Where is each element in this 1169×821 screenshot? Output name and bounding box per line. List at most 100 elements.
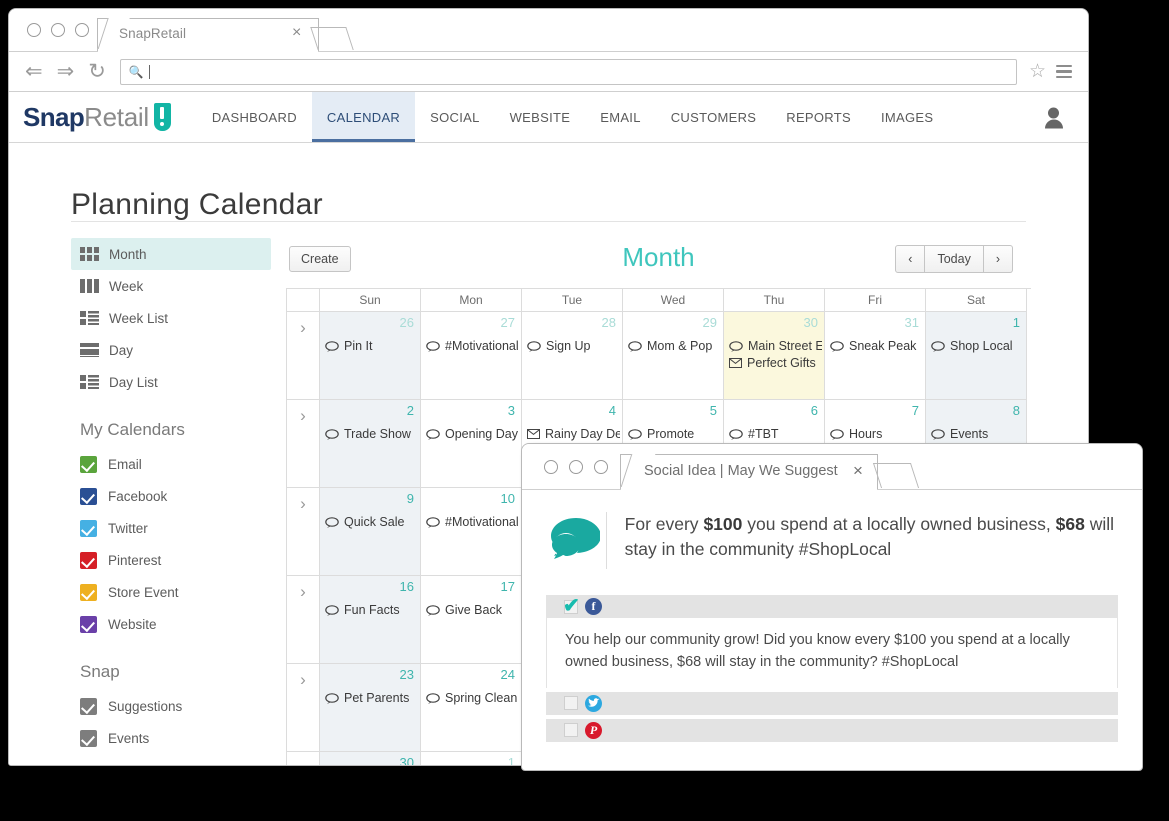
- checkbox-checked-icon[interactable]: [80, 583, 97, 601]
- calendar-day-cell[interactable]: 27 #Motivational: [421, 312, 522, 400]
- calendar-day-cell[interactable]: 10 #Motivational: [421, 488, 522, 576]
- calendar-event[interactable]: Spring Clean: [426, 691, 519, 705]
- checkbox-checked-icon[interactable]: [80, 487, 97, 505]
- calendar-day-cell[interactable]: 9 Quick Sale: [320, 488, 421, 576]
- sidebar-view-day[interactable]: Day: [71, 334, 271, 366]
- calendar-toggle-pinterest[interactable]: Pinterest: [71, 544, 271, 576]
- nav-item-calendar[interactable]: CALENDAR: [311, 92, 416, 142]
- window-close-button[interactable]: [27, 23, 41, 37]
- sidebar-view-week[interactable]: Week: [71, 270, 271, 302]
- checkbox-checked-icon[interactable]: [80, 615, 97, 633]
- calendar-day-cell[interactable]: 3 Opening Day: [421, 400, 522, 488]
- calendar-day-cell[interactable]: 16 Fun Facts: [320, 576, 421, 664]
- nav-item-dashboard[interactable]: DASHBOARD: [197, 92, 312, 142]
- expand-week-chevron-icon[interactable]: ›: [287, 488, 320, 576]
- calendar-day-cell[interactable]: 28 Sign Up: [522, 312, 623, 400]
- network-row-facebook[interactable]: ✔ f: [546, 595, 1118, 618]
- network-row-twitter[interactable]: [546, 691, 1118, 715]
- calendar-toggle-events[interactable]: Events: [71, 722, 271, 754]
- checkbox-checked-icon[interactable]: [80, 455, 97, 473]
- calendar-toggle-email[interactable]: Email: [71, 448, 271, 480]
- calendar-event[interactable]: Mom & Pop: [628, 339, 721, 353]
- checkbox-checked-icon[interactable]: [80, 519, 97, 537]
- nav-item-website[interactable]: WEBSITE: [495, 92, 586, 142]
- popup-window-controls[interactable]: [544, 460, 608, 474]
- expand-week-chevron-icon[interactable]: ›: [287, 752, 320, 765]
- address-bar[interactable]: 🔍: [119, 58, 1017, 85]
- calendar-event[interactable]: #Motivational: [426, 339, 519, 353]
- network-row-pinterest[interactable]: P: [546, 718, 1118, 742]
- calendar-day-cell[interactable]: 29 Mom & Pop: [623, 312, 724, 400]
- window-controls[interactable]: [27, 23, 89, 37]
- calendar-event[interactable]: #Motivational: [426, 515, 519, 529]
- window-maximize-button[interactable]: [75, 23, 89, 37]
- close-icon[interactable]: ×: [292, 25, 301, 41]
- calendar-event[interactable]: #TBT: [729, 427, 822, 441]
- star-icon[interactable]: ☆: [1029, 62, 1046, 81]
- calendar-day-cell[interactable]: 1Student Disco: [421, 752, 522, 765]
- window-minimize-button[interactable]: [51, 23, 65, 37]
- calendar-day-cell[interactable]: 30 Main Street Ev Perfect Gifts: [724, 312, 825, 400]
- previous-period-button[interactable]: ‹: [895, 245, 926, 273]
- checkbox-checked-icon[interactable]: [80, 697, 97, 715]
- calendar-event[interactable]: Pin It: [325, 339, 418, 353]
- popup-maximize-button[interactable]: [594, 460, 608, 474]
- today-button[interactable]: Today: [925, 245, 984, 273]
- popup-minimize-button[interactable]: [569, 460, 583, 474]
- hamburger-menu-icon[interactable]: [1056, 62, 1072, 82]
- next-period-button[interactable]: ›: [983, 245, 1013, 273]
- calendar-event[interactable]: Hours: [830, 427, 923, 441]
- calendar-event[interactable]: Quick Sale: [325, 515, 418, 529]
- nav-item-social[interactable]: SOCIAL: [415, 92, 494, 142]
- new-tab-button[interactable]: [310, 27, 354, 50]
- popup-new-tab-button[interactable]: [872, 463, 920, 488]
- calendar-event[interactable]: Events: [931, 427, 1024, 441]
- sidebar-view-month[interactable]: Month: [71, 238, 271, 270]
- calendar-event[interactable]: Shop Local: [931, 339, 1024, 353]
- pinterest-icon[interactable]: P: [585, 721, 602, 739]
- calendar-event[interactable]: Trade Show: [325, 427, 418, 441]
- checkbox-checked-icon[interactable]: [80, 551, 97, 569]
- forward-arrow-icon[interactable]: ⇒: [57, 61, 75, 82]
- expand-week-chevron-icon[interactable]: ›: [287, 312, 320, 400]
- network-checkbox-pinterest[interactable]: [564, 723, 578, 737]
- sidebar-view-day-list[interactable]: Day List: [71, 366, 271, 398]
- user-account-icon[interactable]: [1045, 107, 1063, 129]
- calendar-day-cell[interactable]: 17 Give Back: [421, 576, 522, 664]
- calendar-event[interactable]: Sneak Peak: [830, 339, 923, 353]
- calendar-day-cell[interactable]: 23 Pet Parents: [320, 664, 421, 752]
- snapretail-logo[interactable]: Snap Retail: [9, 92, 181, 142]
- expand-week-chevron-icon[interactable]: ›: [287, 576, 320, 664]
- calendar-event[interactable]: Give Back: [426, 603, 519, 617]
- facebook-icon[interactable]: f: [585, 598, 602, 615]
- checkbox-checked-icon[interactable]: [80, 729, 97, 747]
- calendar-day-cell[interactable]: 2 Trade Show: [320, 400, 421, 488]
- expand-week-chevron-icon[interactable]: ›: [287, 400, 320, 488]
- calendar-day-cell[interactable]: 31 Sneak Peak: [825, 312, 926, 400]
- expand-week-chevron-icon[interactable]: ›: [287, 664, 320, 752]
- calendar-event[interactable]: Perfect Gifts: [729, 356, 822, 370]
- calendar-toggle-store-event[interactable]: Store Event: [71, 576, 271, 608]
- nav-item-reports[interactable]: REPORTS: [771, 92, 866, 142]
- calendar-day-cell[interactable]: 26 Pin It: [320, 312, 421, 400]
- calendar-toggle-twitter[interactable]: Twitter: [71, 512, 271, 544]
- popup-close-button[interactable]: [544, 460, 558, 474]
- sidebar-view-week-list[interactable]: Week List: [71, 302, 271, 334]
- calendar-event[interactable]: Sign Up: [527, 339, 620, 353]
- twitter-icon[interactable]: [585, 694, 602, 712]
- calendar-event[interactable]: Rainy Day De: [527, 427, 620, 441]
- back-arrow-icon[interactable]: ⇐: [25, 61, 43, 82]
- nav-item-email[interactable]: EMAIL: [585, 92, 656, 142]
- network-message-facebook[interactable]: You help our community grow! Did you kno…: [546, 618, 1118, 688]
- calendar-toggle-website[interactable]: Website: [71, 608, 271, 640]
- calendar-event[interactable]: Main Street Ev: [729, 339, 822, 353]
- network-checkbox-twitter[interactable]: [564, 696, 578, 710]
- calendar-toggle-suggestions[interactable]: Suggestions: [71, 690, 271, 722]
- reload-icon[interactable]: ↻: [88, 61, 106, 82]
- calendar-day-cell[interactable]: 24 Spring Clean: [421, 664, 522, 752]
- calendar-day-cell[interactable]: 30Weekend Sal: [320, 752, 421, 765]
- calendar-event[interactable]: Opening Day: [426, 427, 519, 441]
- calendar-event[interactable]: Fun Facts: [325, 603, 418, 617]
- calendar-event[interactable]: Promote: [628, 427, 721, 441]
- calendar-toggle-facebook[interactable]: Facebook: [71, 480, 271, 512]
